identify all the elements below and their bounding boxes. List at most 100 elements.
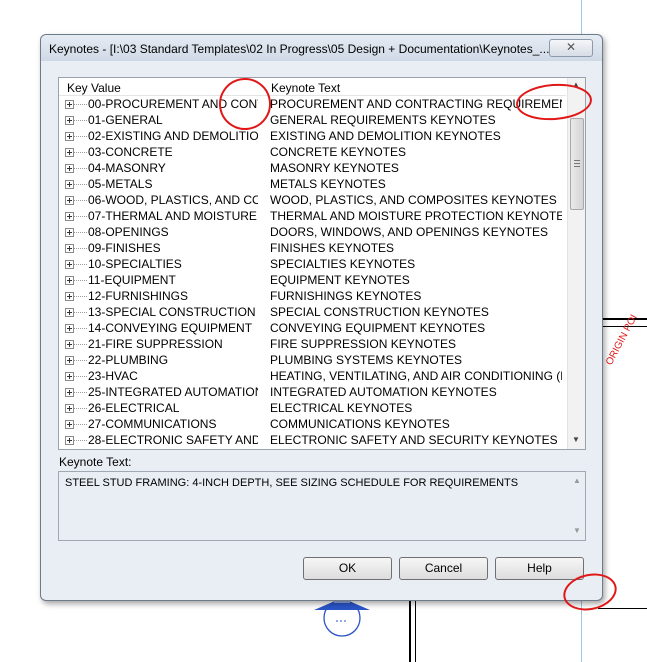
key-value-cell: 12-FURNISHINGS	[88, 289, 189, 303]
keynotes-dialog: Keynotes - [I:\03 Standard Templates\02 …	[40, 34, 603, 601]
key-value-cell: 25-INTEGRATED AUTOMATION	[88, 385, 258, 399]
expand-icon[interactable]	[65, 180, 74, 189]
expand-icon[interactable]	[65, 372, 74, 381]
help-button[interactable]: Help	[495, 557, 584, 580]
tree-row[interactable]: 21-FIRE SUPPRESSION FIRE SUPPRESSION KEYN…	[59, 336, 566, 352]
tree-connector	[74, 104, 87, 105]
window-title: Keynotes - [I:\03 Standard Templates\02 …	[49, 42, 550, 56]
keynote-text-cell: EQUIPMENT KEYNOTES	[270, 273, 410, 287]
keynote-text-cell: CONCRETE KEYNOTES	[270, 145, 407, 159]
tree-row[interactable]: 08-OPENINGS DOORS, WINDOWS, AND OPENINGS …	[59, 224, 566, 240]
text-scrollbar[interactable]: ▲ ▼	[569, 472, 585, 540]
tree-connector	[74, 120, 87, 121]
key-value-cell: 28-ELECTRONIC SAFETY AND ...	[88, 433, 258, 447]
tree-connector	[74, 264, 87, 265]
keynote-text-cell: COMMUNICATIONS KEYNOTES	[270, 417, 450, 431]
tree-row[interactable]: 23-HVAC HEATING, VENTILATING, AND AIR CON…	[59, 368, 566, 384]
tree-row[interactable]: 03-CONCRETE CONCRETE KEYNOTES	[59, 144, 566, 160]
expand-icon[interactable]	[65, 196, 74, 205]
keynote-text-field[interactable]: STEEL STUD FRAMING: 4-INCH DEPTH, SEE SI…	[58, 471, 586, 541]
tree-connector	[74, 424, 87, 425]
tree-connector	[74, 328, 87, 329]
title-bar[interactable]: Keynotes - [I:\03 Standard Templates\02 …	[41, 35, 602, 61]
key-value-cell: 08-OPENINGS	[88, 225, 169, 239]
key-value-cell: 04-MASONRY	[88, 161, 166, 175]
tree-connector	[74, 216, 87, 217]
expand-icon[interactable]	[65, 132, 74, 141]
scroll-thumb[interactable]	[570, 118, 584, 210]
keynote-text-cell: THERMAL AND MOISTURE PROTECTION KEYNOTES	[270, 209, 562, 223]
keynote-text-cell: HEATING, VENTILATING, AND AIR CONDITIONI…	[270, 369, 562, 383]
tree-row[interactable]: 09-FINISHES FINISHES KEYNOTES	[59, 240, 566, 256]
expand-icon[interactable]	[65, 100, 74, 109]
expand-icon[interactable]	[65, 420, 74, 429]
scroll-down-icon[interactable]: ▼	[572, 435, 580, 444]
keynote-text-cell: FINISHES KEYNOTES	[270, 241, 395, 255]
tree-connector	[74, 280, 87, 281]
expand-icon[interactable]	[65, 164, 74, 173]
keynote-text-cell: FURNISHINGS KEYNOTES	[270, 289, 422, 303]
tree-row[interactable]: 06-WOOD, PLASTICS, AND CO... WOOD, PLASTI…	[59, 192, 566, 208]
tree-row[interactable]: 28-ELECTRONIC SAFETY AND ... ELECTRONIC S…	[59, 432, 566, 448]
section-marker-icon	[314, 598, 370, 637]
text-scroll-down-icon[interactable]: ▼	[573, 526, 581, 535]
tree-row[interactable]: 12-FURNISHINGS FURNISHINGS KEYNOTES	[59, 288, 566, 304]
key-value-cell: 07-THERMAL AND MOISTURE ...	[88, 209, 258, 223]
expand-icon[interactable]	[65, 308, 74, 317]
keynote-text-cell: PLUMBING SYSTEMS KEYNOTES	[270, 353, 463, 367]
tree-connector	[74, 408, 87, 409]
key-value-cell: 03-CONCRETE	[88, 145, 173, 159]
tree-row[interactable]: 22-PLUMBING PLUMBING SYSTEMS KEYNOTES	[59, 352, 566, 368]
tree-row[interactable]: 27-COMMUNICATIONS COMMUNICATIONS KEYNOTES	[59, 416, 566, 432]
expand-icon[interactable]	[65, 324, 74, 333]
tree-row[interactable]: 10-SPECIALTIES SPECIALTIES KEYNOTES	[59, 256, 566, 272]
expand-icon[interactable]	[65, 436, 74, 445]
text-scroll-up-icon[interactable]: ▲	[573, 476, 581, 485]
tree-row[interactable]: 14-CONVEYING EQUIPMENT CONVEYING EQUIPMEN…	[59, 320, 566, 336]
expand-icon[interactable]	[65, 404, 74, 413]
close-button[interactable]: ✕	[549, 39, 593, 57]
expand-icon[interactable]	[65, 340, 74, 349]
tree-connector	[74, 296, 87, 297]
keynote-text-value: STEEL STUD FRAMING: 4-INCH DEPTH, SEE SI…	[65, 477, 519, 489]
expand-icon[interactable]	[65, 148, 74, 157]
keynote-text-cell: METALS KEYNOTES	[270, 177, 386, 191]
tree-row[interactable]: 11-EQUIPMENT EQUIPMENT KEYNOTES	[59, 272, 566, 288]
key-value-cell: 22-PLUMBING	[88, 353, 169, 367]
keynote-text-label: Keynote Text:	[59, 455, 132, 469]
keynote-text-cell: WOOD, PLASTICS, AND COMPOSITES KEYNOTES	[270, 193, 557, 207]
key-value-cell: 11-EQUIPMENT	[88, 273, 176, 287]
column-header-key[interactable]: Key Value	[67, 81, 121, 95]
keynote-text-cell: INTEGRATED AUTOMATION KEYNOTES	[270, 385, 497, 399]
expand-icon[interactable]	[65, 388, 74, 397]
tree-row[interactable]: 25-INTEGRATED AUTOMATION INTEGRATED AUTOM…	[59, 384, 566, 400]
tree-connector	[74, 200, 87, 201]
tree-row[interactable]: 07-THERMAL AND MOISTURE ... THERMAL AND M…	[59, 208, 566, 224]
key-value-cell: 14-CONVEYING EQUIPMENT	[88, 321, 253, 335]
expand-icon[interactable]	[65, 276, 74, 285]
tree-row[interactable]: 13-SPECIAL CONSTRUCTION SPECIAL CONSTRUCT…	[59, 304, 566, 320]
column-header-text[interactable]: Keynote Text	[271, 81, 340, 95]
tree-row[interactable]: 04-MASONRY MASONRY KEYNOTES	[59, 160, 566, 176]
tree-row[interactable]: 02-EXISTING AND DEMOLITION EXISTING AND D…	[59, 128, 566, 144]
keynote-tree[interactable]: Key Value Keynote Text 00-PROCUREMENT AN…	[58, 77, 586, 450]
tree-connector	[74, 376, 87, 377]
expand-icon[interactable]	[65, 260, 74, 269]
expand-icon[interactable]	[65, 292, 74, 301]
expand-icon[interactable]	[65, 228, 74, 237]
tree-row[interactable]: 00-PROCUREMENT AND CONT... PROCUREMENT AN…	[59, 96, 566, 112]
expand-icon[interactable]	[65, 356, 74, 365]
cancel-button[interactable]: Cancel	[399, 557, 488, 580]
vertical-scrollbar[interactable]: ▲ ▼	[567, 78, 585, 449]
expand-icon[interactable]	[65, 244, 74, 253]
tree-row[interactable]: 05-METALS METALS KEYNOTES	[59, 176, 566, 192]
tree-row[interactable]: 01-GENERAL GENERAL REQUIREMENTS KEYNOTES	[59, 112, 566, 128]
key-value-cell: 05-METALS	[88, 177, 153, 191]
bg-line	[409, 598, 411, 662]
tree-row[interactable]: 26-ELECTRICAL ELECTRICAL KEYNOTES	[59, 400, 566, 416]
key-value-cell: 23-HVAC	[88, 369, 138, 383]
ok-button[interactable]: OK	[303, 557, 392, 580]
expand-icon[interactable]	[65, 116, 74, 125]
expand-icon[interactable]	[65, 212, 74, 221]
keynote-text-cell: DOORS, WINDOWS, AND OPENINGS KEYNOTES	[270, 225, 549, 239]
